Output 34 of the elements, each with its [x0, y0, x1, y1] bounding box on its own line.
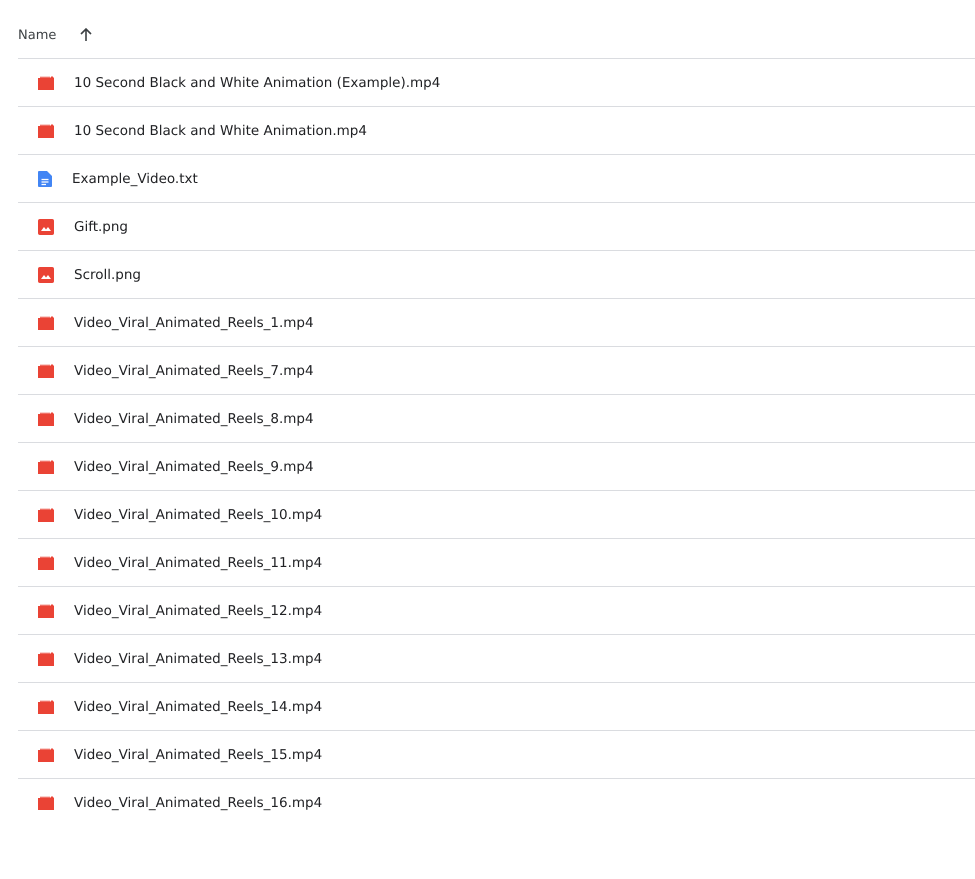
video-file-icon [38, 124, 54, 138]
file-name[interactable]: Video_Viral_Animated_Reels_8.mp4 [74, 410, 314, 426]
video-file-icon [38, 796, 54, 810]
video-file-icon [38, 700, 54, 714]
document-file-icon [38, 170, 52, 186]
name-column-header[interactable]: Name [18, 28, 56, 42]
video-file-icon [38, 508, 54, 522]
file-name[interactable]: Video_Viral_Animated_Reels_16.mp4 [74, 794, 322, 810]
video-file-icon [38, 652, 54, 666]
sort-arrow-icon[interactable] [78, 27, 94, 43]
file-name[interactable]: Video_Viral_Animated_Reels_1.mp4 [74, 314, 314, 330]
image-file-icon [38, 218, 54, 234]
file-name[interactable]: Video_Viral_Animated_Reels_11.mp4 [74, 554, 322, 570]
file-name[interactable]: Scroll.png [74, 266, 141, 282]
video-file-icon [38, 604, 54, 618]
video-file-icon [38, 412, 54, 426]
video-file-icon [38, 556, 54, 570]
file-name[interactable]: Video_Viral_Animated_Reels_7.mp4 [74, 362, 314, 378]
image-file-icon [38, 266, 54, 282]
file-name[interactable]: Video_Viral_Animated_Reels_13.mp4 [74, 650, 322, 666]
video-file-icon [38, 316, 54, 330]
file-name[interactable]: Video_Viral_Animated_Reels_14.mp4 [74, 698, 322, 714]
video-file-icon [38, 460, 54, 474]
video-file-icon [38, 364, 54, 378]
file-name[interactable]: Video_Viral_Animated_Reels_15.mp4 [74, 746, 322, 762]
video-file-icon [38, 76, 54, 90]
video-file-icon [38, 748, 54, 762]
file-name[interactable]: Example_Video.txt [72, 170, 198, 186]
file-name[interactable]: 10 Second Black and White Animation (Example).mp4 [74, 74, 440, 90]
file-name[interactable]: Video_Viral_Animated_Reels_10.mp4 [74, 506, 322, 522]
file-name[interactable]: Video_Viral_Animated_Reels_9.mp4 [74, 458, 314, 474]
file-name[interactable]: Video_Viral_Animated_Reels_12.mp4 [74, 602, 322, 618]
file-name[interactable]: Gift.png [74, 218, 128, 234]
file-name[interactable]: 10 Second Black and White Animation.mp4 [74, 122, 367, 138]
